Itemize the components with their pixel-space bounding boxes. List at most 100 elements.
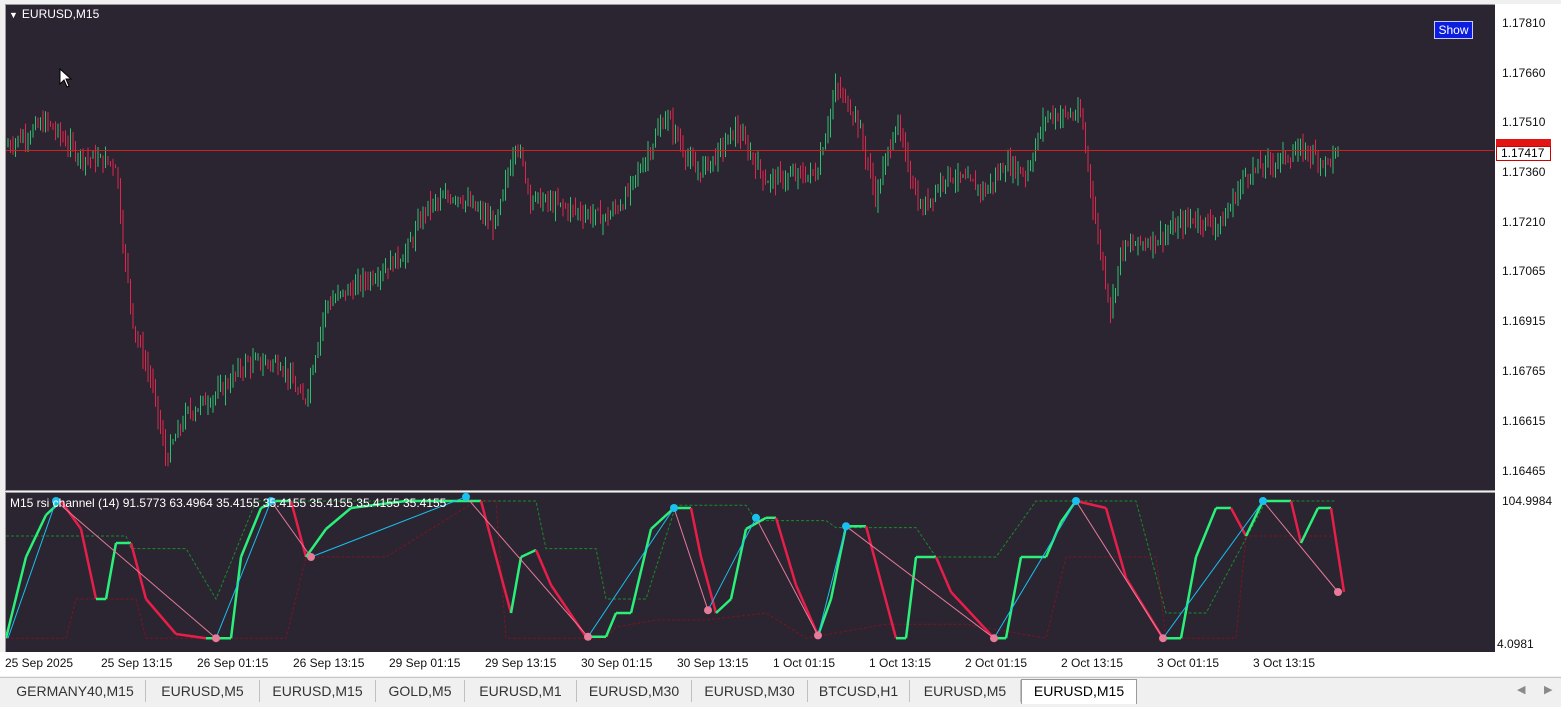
rsi-segment — [629, 528, 653, 614]
price-tick-label: 1.17810 — [1502, 16, 1546, 30]
time-tick-label: 29 Sep 01:15 — [389, 656, 461, 670]
pivot-high-dot — [1072, 497, 1080, 505]
rsi-line — [6, 499, 1346, 640]
pivot-high-dot — [1259, 497, 1267, 505]
rsi-segment — [794, 584, 820, 636]
tab-btcusd-h1[interactable]: BTCUSD,H1 — [808, 680, 910, 702]
rsi-segment — [6, 556, 28, 639]
price-tick-label: 1.17660 — [1502, 66, 1546, 80]
mouse-cursor-icon — [59, 68, 73, 88]
indicator-level-high: 104.9984 — [1502, 494, 1553, 508]
rsi-segment — [79, 528, 98, 600]
chart-tabs: GERMANY40,M15 EURUSD,M5 EURUSD,M15 GOLD,M5 E… — [0, 677, 1561, 707]
price-tick-label: 1.16915 — [1502, 314, 1546, 328]
tab-eurusd-m5[interactable]: EURUSD,M5 — [910, 680, 1021, 702]
tab-eurusd-m30[interactable]: EURUSD,M30 — [692, 680, 808, 702]
show-button[interactable]: Show — [1434, 21, 1473, 39]
rsi-segment — [175, 632, 207, 640]
tab-gold-m5[interactable]: GOLD,M5 — [376, 680, 465, 702]
time-tick-label: 26 Sep 13:15 — [293, 656, 365, 670]
rsi-segment — [816, 598, 833, 636]
price-chart[interactable] — [6, 5, 1494, 490]
pivot-low-dot — [1159, 634, 1167, 643]
rsi-segment — [129, 542, 148, 600]
tab-eurusd-m5[interactable]: EURUSD,M5 — [146, 680, 260, 702]
pivot-high-dot — [462, 493, 470, 501]
rsi-segment — [494, 556, 513, 614]
rsi-segment — [1075, 499, 1107, 510]
time-tick-label: 25 Sep 13:15 — [101, 656, 173, 670]
time-tick-label: 30 Sep 13:15 — [677, 656, 749, 670]
time-tick-label: 25 Sep 2025 — [5, 656, 74, 670]
rsi-segment — [729, 528, 748, 600]
rsi-segment — [715, 598, 732, 614]
current-price-marker — [1496, 139, 1551, 146]
channel-band — [6, 500, 1336, 639]
rsi-bands — [6, 500, 1336, 639]
rsi-segment — [689, 507, 703, 558]
tab-eurusd-m15[interactable]: EURUSD,M15 — [1021, 679, 1137, 704]
time-tick-label: 2 Oct 01:15 — [965, 656, 1028, 670]
pivot-high-dot — [752, 513, 760, 522]
rsi-segment — [325, 507, 352, 530]
time-tick-label: 1 Oct 13:15 — [869, 656, 932, 670]
pivot-zigzag-line — [55, 500, 217, 639]
rsi-segment — [864, 525, 898, 639]
time-tick-label: 3 Oct 01:15 — [1157, 656, 1220, 670]
candles — [7, 73, 1339, 467]
rsi-segment — [699, 556, 718, 614]
pivot-high-dot — [842, 522, 850, 531]
pivot-low-dot — [212, 634, 220, 643]
pivot-zigzag-line — [993, 500, 1077, 639]
rsi-segment — [1229, 507, 1248, 537]
pivot-high-dot — [670, 504, 678, 512]
pivot-zigzag-line — [1162, 500, 1264, 639]
pivot-low-dot — [990, 634, 998, 643]
time-tick-label: 29 Sep 13:15 — [485, 656, 557, 670]
pivot-low-dot — [704, 606, 712, 615]
pivot-low-dot — [814, 631, 822, 640]
indicator-level-low: 4.0981 — [1497, 637, 1534, 651]
pivot-zigzag-line — [215, 500, 272, 639]
time-tick-label: 26 Sep 01:15 — [197, 656, 269, 670]
time-tick-label: 30 Sep 01:15 — [581, 656, 653, 670]
rsi-segment — [520, 548, 537, 559]
pivot-low-dot — [584, 632, 592, 641]
pivot-zigzag-line — [673, 507, 709, 611]
indicator-title: M15 rsi channel (14) 91.5773 63.4964 35.… — [10, 496, 447, 510]
price-tick-label: 1.16765 — [1502, 364, 1546, 378]
rsi-segment — [1244, 500, 1265, 537]
price-axis[interactable] — [1495, 4, 1561, 652]
dropdown-triangle-icon[interactable]: ▼ — [9, 10, 18, 20]
rsi-channel-chart[interactable] — [6, 493, 1494, 651]
time-tick-label: 3 Oct 13:15 — [1253, 656, 1316, 670]
pivot-zigzag-line — [1075, 500, 1164, 639]
price-tick-label: 1.17210 — [1502, 215, 1546, 229]
symbol-title: ▼ EURUSD,M15 — [9, 7, 100, 21]
rsi-segment — [1299, 507, 1320, 544]
rsi-segment — [950, 591, 995, 640]
price-tick-label: 1.16615 — [1502, 414, 1546, 428]
rsi-segment — [829, 525, 848, 600]
pivot-zigzag-line — [1262, 500, 1339, 593]
pivot-zigzag-line — [7, 500, 57, 639]
time-tick-label: 2 Oct 13:15 — [1061, 656, 1124, 670]
tab-eurusd-m1[interactable]: EURUSD,M1 — [465, 680, 577, 702]
rsi-segment — [934, 556, 953, 593]
time-tick-label: 1 Oct 01:15 — [773, 656, 836, 670]
rsi-segment — [1104, 507, 1128, 579]
tab-scroll-right-icon[interactable]: ▶ — [1544, 683, 1552, 696]
tab-germany40-m15[interactable]: GERMANY40,M15 — [5, 680, 146, 702]
pivot-low-dot — [1334, 588, 1342, 596]
tab-eurusd-m30[interactable]: EURUSD,M30 — [577, 680, 692, 702]
pivot-zigzag-line — [817, 526, 847, 636]
current-price-label: 1.17417 — [1496, 146, 1551, 161]
price-tick-label: 1.17510 — [1502, 115, 1546, 129]
rsi-segment — [145, 598, 177, 635]
tab-scroll-left-icon[interactable]: ◀ — [1517, 683, 1525, 696]
pivot-low-dot — [307, 553, 315, 561]
tab-eurusd-m15[interactable]: EURUSD,M15 — [260, 680, 376, 702]
rsi-segment — [1179, 556, 1198, 639]
rsi-segment — [1194, 507, 1218, 558]
price-tick-label: 1.17065 — [1502, 264, 1546, 278]
